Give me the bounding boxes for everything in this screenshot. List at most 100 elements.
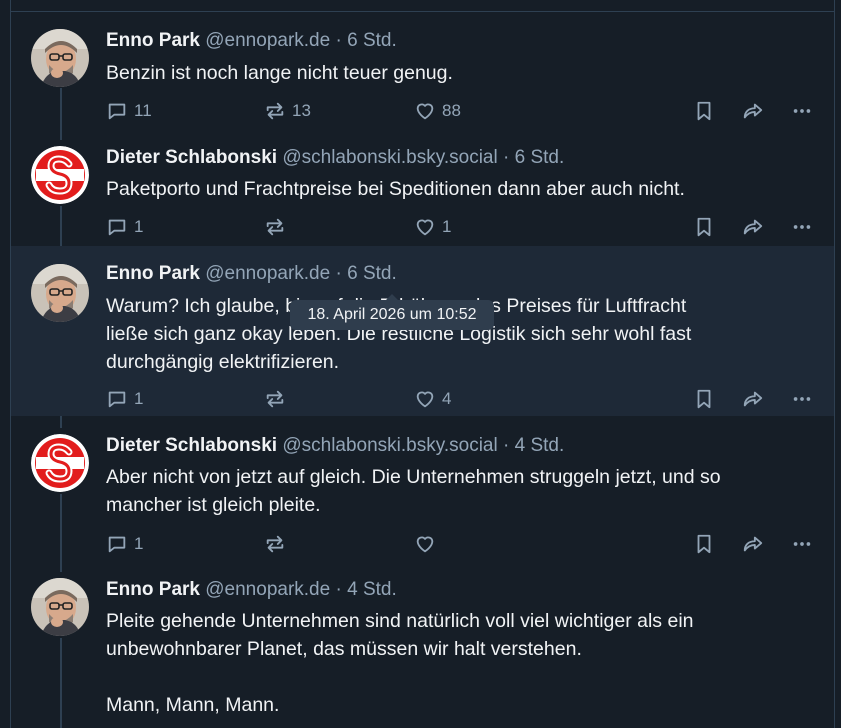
bookmark-icon — [697, 217, 711, 237]
post[interactable]: Dieter Schlabonski @schlabonski.bsky.soc… — [11, 434, 834, 564]
author-name[interactable]: Dieter Schlabonski — [106, 147, 277, 168]
s-logo-icon — [31, 146, 89, 204]
share-button[interactable] — [742, 532, 764, 556]
author-handle[interactable]: @ennopark.de — [205, 263, 330, 284]
post-time[interactable]: 4 Std. — [347, 579, 397, 600]
more-options-button[interactable] — [791, 532, 813, 556]
post-text: Benzin ist noch lange nicht teuer genug. — [106, 62, 453, 84]
share-icon — [743, 103, 763, 119]
meta-separator: · — [335, 263, 342, 284]
reply-count: 1 — [134, 534, 144, 553]
reply-button[interactable]: 11 — [106, 99, 152, 123]
repost-icon — [266, 102, 284, 120]
repost-button[interactable] — [264, 532, 286, 556]
author-handle[interactable]: @ennopark.de — [205, 30, 330, 51]
post-actions: 1 4 — [106, 387, 816, 411]
heart-icon — [416, 536, 434, 553]
post-time[interactable]: 6 Std. — [515, 147, 565, 168]
like-button[interactable] — [414, 532, 436, 556]
more-icon — [793, 225, 811, 229]
post[interactable]: Dieter Schlabonski @schlabonski.bsky.soc… — [11, 146, 834, 246]
bookmark-icon — [697, 101, 711, 121]
post-header: Enno Park @ennopark.de · 6 Std. — [106, 262, 397, 286]
post-actions: 1 — [106, 532, 816, 556]
post-time[interactable]: 6 Std. — [347, 30, 397, 51]
more-icon — [793, 542, 811, 546]
post-header: Enno Park @ennopark.de · 6 Std. — [106, 29, 397, 53]
post-time[interactable]: 6 Std. — [347, 263, 397, 284]
author-name[interactable]: Dieter Schlabonski — [106, 435, 277, 456]
avatar[interactable] — [31, 264, 89, 322]
heart-icon — [416, 219, 434, 236]
person-photo-icon — [31, 578, 89, 636]
repost-button[interactable] — [264, 387, 286, 411]
meta-separator: · — [335, 30, 342, 51]
like-button[interactable]: 1 — [414, 215, 451, 239]
post-actions: 1 1 — [106, 215, 816, 239]
post-text: Paketporto und Frachtpreise bei Speditio… — [106, 178, 685, 200]
s-logo-icon — [31, 434, 89, 492]
post[interactable]: Enno Park @ennopark.de · 6 Std. Warum? I… — [11, 246, 834, 416]
post-header: Dieter Schlabonski @schlabonski.bsky.soc… — [106, 146, 564, 170]
author-name[interactable]: Enno Park — [106, 579, 200, 600]
share-button[interactable] — [742, 215, 764, 239]
post-header: Enno Park @ennopark.de · 4 Std. — [106, 578, 397, 602]
avatar[interactable] — [31, 29, 89, 87]
reply-button[interactable]: 1 — [106, 387, 143, 411]
post-header: Dieter Schlabonski @schlabonski.bsky.soc… — [106, 434, 564, 458]
share-icon — [743, 219, 763, 235]
timestamp-tooltip: 18. April 2026 um 10:52 — [290, 294, 494, 330]
bookmark-icon — [697, 389, 711, 409]
reply-icon — [108, 103, 126, 120]
author-handle[interactable]: @schlabonski.bsky.social — [282, 147, 497, 168]
bookmark-button[interactable] — [693, 215, 715, 239]
reply-icon — [108, 391, 126, 408]
meta-separator: · — [502, 147, 510, 168]
repost-icon — [266, 218, 284, 236]
post-actions: 11 13 88 — [106, 99, 816, 123]
bookmark-button[interactable] — [693, 387, 715, 411]
post[interactable]: Enno Park @ennopark.de · 4 Std. Pleite g… — [11, 578, 834, 728]
bookmark-button[interactable] — [693, 532, 715, 556]
reply-icon — [108, 219, 126, 236]
like-count: 88 — [442, 101, 461, 120]
frame-right-border — [834, 0, 835, 728]
person-photo-icon — [31, 29, 89, 87]
more-options-button[interactable] — [791, 387, 813, 411]
share-button[interactable] — [742, 99, 764, 123]
more-icon — [793, 397, 811, 401]
author-handle[interactable]: @schlabonski.bsky.social — [282, 435, 497, 456]
repost-button[interactable] — [264, 215, 286, 239]
more-options-button[interactable] — [791, 215, 813, 239]
share-button[interactable] — [742, 387, 764, 411]
repost-count: 13 — [292, 101, 311, 120]
avatar[interactable] — [31, 578, 89, 636]
heart-icon — [416, 391, 434, 408]
more-icon — [793, 109, 811, 113]
author-name[interactable]: Enno Park — [106, 263, 200, 284]
like-count: 4 — [442, 389, 452, 408]
author-name[interactable]: Enno Park — [106, 30, 200, 51]
heart-icon — [416, 103, 434, 120]
repost-icon — [266, 535, 284, 553]
like-button[interactable]: 4 — [414, 387, 451, 411]
avatar[interactable] — [31, 146, 89, 204]
frame-top-border — [10, 11, 835, 12]
reply-count: 11 — [134, 101, 152, 120]
reply-button[interactable]: 1 — [106, 215, 143, 239]
bookmark-icon — [697, 534, 711, 554]
meta-separator: · — [502, 435, 510, 456]
bookmark-button[interactable] — [693, 99, 715, 123]
like-button[interactable]: 88 — [414, 99, 461, 123]
avatar[interactable] — [31, 434, 89, 492]
reply-button[interactable]: 1 — [106, 532, 143, 556]
post[interactable]: Enno Park @ennopark.de · 6 Std. Benzin i… — [11, 29, 834, 135]
reply-count: 1 — [134, 389, 144, 408]
repost-button[interactable]: 13 — [264, 99, 311, 123]
like-count: 1 — [442, 217, 452, 236]
author-handle[interactable]: @ennopark.de — [205, 579, 330, 600]
post-time[interactable]: 4 Std. — [515, 435, 565, 456]
more-options-button[interactable] — [791, 99, 813, 123]
reply-count: 1 — [134, 217, 144, 236]
repost-icon — [266, 390, 284, 408]
